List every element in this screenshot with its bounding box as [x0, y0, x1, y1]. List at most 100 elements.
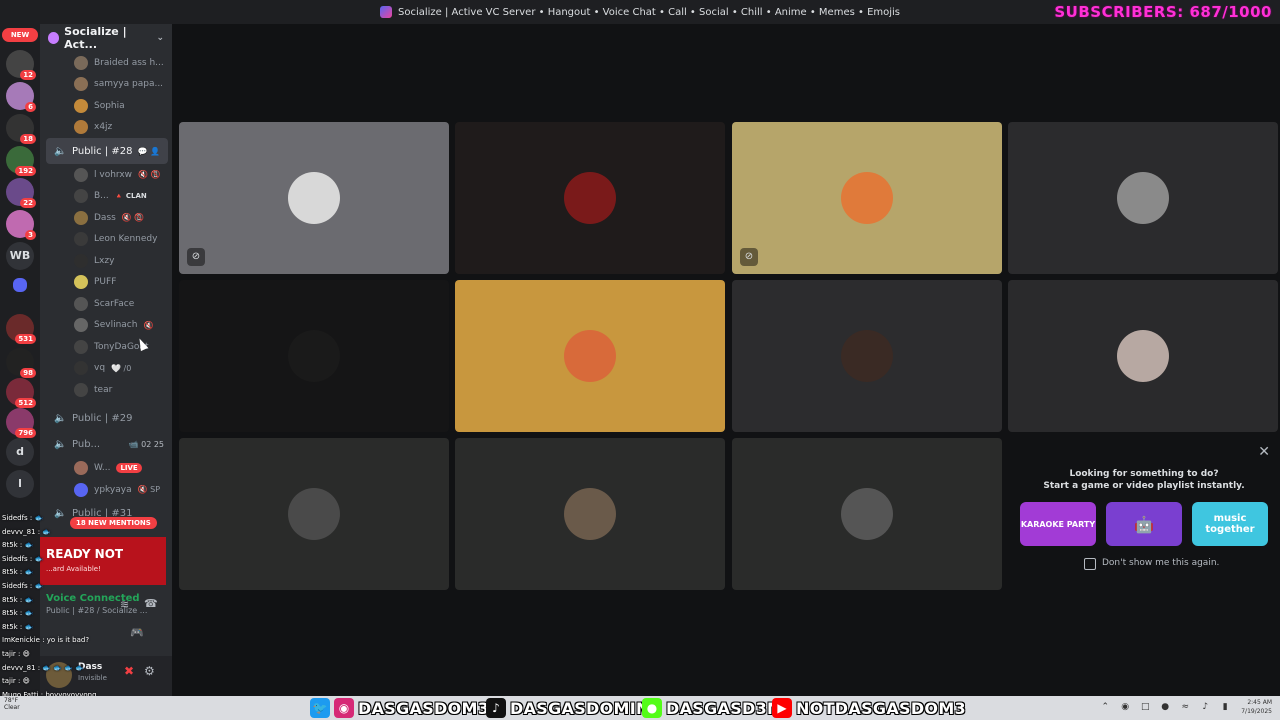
system-tray: ⌃ ◉ □ ● ≈ ♪ ▮ 2:45 AM 7/19/2025 [1091, 698, 1272, 716]
voice-user-row[interactable]: ScarFace [40, 293, 172, 315]
volume-icon[interactable]: ♪ [1199, 702, 1211, 712]
user-name: Dass [94, 212, 116, 223]
channel-name: Public | #28 [72, 145, 133, 157]
avatar [288, 488, 340, 540]
mute-icon[interactable]: ✖ [124, 664, 134, 678]
user-name: Dass [78, 662, 103, 672]
voice-user-row[interactable]: B... 🔺 CLAN [40, 186, 172, 208]
voice-user-row[interactable]: l vohrxw 🔇 📵 [40, 164, 172, 186]
voice-user-row[interactable]: ypkyaya 🔇 SP [40, 479, 172, 501]
folder-icon[interactable] [13, 278, 27, 292]
user-name: W... [94, 463, 111, 474]
user-name: PUFF [94, 277, 117, 288]
channel-limit: 📹 02 25 [128, 440, 164, 449]
voice-user-row[interactable]: TonyDaGoat [40, 336, 172, 358]
avatar[interactable] [46, 662, 72, 688]
weather-widget[interactable]: 78°F Clear [4, 697, 20, 711]
voice-channel-path[interactable]: Public | #28 / Socialize ... [46, 606, 147, 615]
server-icon-text[interactable]: d [6, 438, 34, 466]
server-icon[interactable]: 531 [6, 314, 36, 344]
avatar [74, 482, 88, 497]
voice-user-row[interactable]: Lxzy [40, 250, 172, 272]
voice-user-row[interactable]: PUFF [40, 272, 172, 294]
server-icon-text[interactable]: WB [6, 242, 34, 270]
youtube-icon: ▶ [772, 698, 792, 718]
voice-user-row[interactable]: Braided ass h... [40, 52, 172, 74]
activity-card-music-together[interactable]: music together [1192, 502, 1268, 546]
voice-user-row[interactable]: Dass 🔇 📵 [40, 207, 172, 229]
participant-tile[interactable] [179, 280, 449, 432]
avatar [74, 167, 88, 182]
chevron-down-icon: ⌄ [156, 33, 164, 43]
wifi-icon[interactable]: ≈ [1179, 702, 1191, 712]
participant-tile[interactable]: ⊘ [732, 122, 1002, 274]
kick-icon: ● [642, 698, 662, 718]
subscriber-counter-overlay: SUBSCRIBERS: 687/1000 [1054, 3, 1272, 21]
avatar [74, 296, 88, 311]
disconnect-icon[interactable]: ☎ [144, 597, 158, 610]
server-icon[interactable]: 18 [6, 114, 36, 144]
close-icon[interactable]: ✕ [1258, 444, 1270, 460]
user-name: ypkyaya [94, 484, 132, 495]
server-icon[interactable]: 796 [6, 408, 36, 438]
user-name: tear [94, 384, 113, 395]
participant-tile[interactable] [1008, 122, 1278, 274]
avatar [564, 330, 616, 382]
clock[interactable]: 2:45 AM 7/19/2025 [1241, 698, 1272, 716]
gear-icon[interactable]: ⚙ [144, 664, 155, 678]
voice-channel-public-28[interactable]: 🔈 Public | #28 💬 👤 [46, 138, 168, 164]
user-panel: Dass Invisible ✖ ⚙ [40, 656, 172, 696]
participant-tile[interactable] [1008, 280, 1278, 432]
voice-user-row[interactable]: samyya papa... [40, 74, 172, 96]
ready-banner: READY NOT ...ard Available! [40, 537, 166, 585]
battery-icon[interactable]: ▮ [1219, 702, 1231, 712]
server-icon[interactable]: 22 [6, 178, 36, 208]
voice-user-row[interactable]: vq 🤍 /0 [40, 358, 172, 380]
activity-card-game[interactable]: 🤖 [1106, 502, 1182, 546]
folder-icon[interactable]: □ [1139, 702, 1151, 712]
server-icon[interactable]: 12 [6, 50, 36, 80]
chevron-up-icon[interactable]: ⌃ [1099, 702, 1111, 712]
voice-connected-panel: Voice Connected Public | #28 / Socialize… [40, 592, 172, 620]
voice-user-row[interactable]: W... LIVE [40, 458, 172, 480]
server-icon[interactable]: 98 [6, 348, 36, 378]
activity-card-karaoke[interactable]: KARAOKE PARTY [1020, 502, 1096, 546]
voice-user-row[interactable]: Leon Kennedy [40, 229, 172, 251]
participant-tile[interactable]: ⊘ [179, 122, 449, 274]
activity-icon[interactable]: 🎮 [130, 626, 144, 639]
channel-action-icons[interactable]: 💬 👤 [138, 147, 160, 156]
participant-tile[interactable] [732, 438, 1002, 590]
user-name: ScarFace [94, 298, 135, 309]
instagram-icon: ◉ [334, 698, 354, 718]
participant-tile[interactable] [455, 280, 725, 432]
participant-tile[interactable] [455, 438, 725, 590]
server-icon[interactable]: 6 [6, 82, 36, 112]
voice-user-row[interactable]: x4jz [40, 117, 172, 139]
channel-name: Public | #29 [72, 413, 133, 424]
avatar [74, 253, 88, 268]
server-icon[interactable]: 192 [6, 146, 36, 176]
noise-suppression-icon[interactable]: ≋ [120, 598, 129, 611]
deafened-icon: ⊘ [740, 248, 758, 266]
dont-show-checkbox[interactable] [1084, 558, 1096, 570]
avatar [74, 77, 88, 92]
speaker-icon: 🔈 [54, 439, 67, 450]
server-rail: NEW 12 6 18 192 22 3 WB 531 98 512 796 d… [0, 24, 40, 696]
participant-tile[interactable] [179, 438, 449, 590]
voice-user-row[interactable]: Sevlinach 🔇 [40, 315, 172, 337]
activity-suggestion-panel: ✕ Looking for something to do? Start a g… [1008, 438, 1280, 590]
new-mentions-pill[interactable]: 18 NEW MENTIONS [70, 517, 157, 529]
server-icon-text[interactable]: l [6, 470, 34, 498]
participant-tile[interactable] [455, 122, 725, 274]
server-icon[interactable]: 3 [6, 210, 36, 240]
guild-header[interactable]: Socialize | Act... ⌄ [40, 24, 172, 52]
participant-tile[interactable] [732, 280, 1002, 432]
voice-user-row[interactable]: Sophia [40, 95, 172, 117]
voice-channel-public-30[interactable]: 🔈 Pub... 📹 02 25 [40, 432, 172, 458]
voice-user-row[interactable]: tear [40, 379, 172, 401]
voice-channel-public-29[interactable]: 🔈 Public | #29 [40, 406, 172, 432]
social-youtube: ▶ NOTDASGASDOM3 [772, 698, 966, 718]
network-icon[interactable]: ◉ [1119, 702, 1131, 712]
mic-icon[interactable]: ● [1159, 702, 1171, 712]
server-icon[interactable]: 512 [6, 378, 36, 408]
